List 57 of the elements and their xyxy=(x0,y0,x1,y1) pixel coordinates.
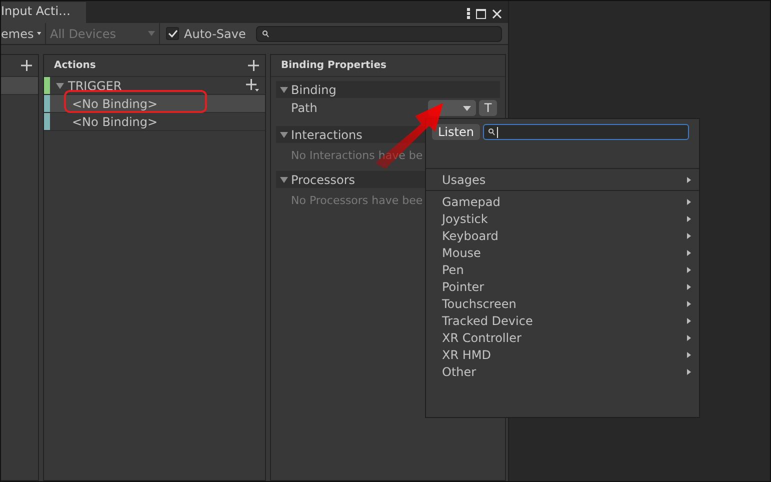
expand-triangle-icon[interactable] xyxy=(280,130,288,138)
submenu-arrow-icon xyxy=(687,216,691,222)
section-header[interactable]: Binding xyxy=(276,81,500,98)
submenu-arrow-icon xyxy=(687,266,691,272)
submenu-arrow-icon xyxy=(687,300,691,306)
submenu-arrow-icon xyxy=(687,176,691,182)
path-label: Path xyxy=(291,101,318,115)
menu-item[interactable]: Usages xyxy=(426,171,699,188)
menu-item[interactable]: Keyboard xyxy=(426,227,699,244)
more-icon[interactable] xyxy=(467,8,470,19)
submenu-arrow-icon xyxy=(687,198,691,204)
submenu-arrow-icon xyxy=(687,318,691,324)
panel-title: Binding Properties xyxy=(281,60,386,71)
search-icon xyxy=(488,128,495,136)
caret-icon xyxy=(36,31,41,36)
caret-icon xyxy=(463,106,471,110)
action-name: TRIGGER xyxy=(68,78,123,92)
menu-item[interactable]: Mouse xyxy=(426,244,699,261)
expand-triangle-icon[interactable] xyxy=(280,176,288,184)
submenu-arrow-icon xyxy=(687,352,691,358)
binding-name: <No Binding> xyxy=(72,96,158,110)
caret-icon xyxy=(148,31,155,36)
popup-search-field[interactable] xyxy=(482,124,689,140)
submenu-arrow-icon xyxy=(687,368,691,374)
panel-title: Actions xyxy=(54,60,96,71)
search-icon xyxy=(262,30,269,38)
menu-item[interactable]: XR Controller xyxy=(426,329,699,346)
expand-triangle-icon[interactable] xyxy=(56,82,64,90)
plus-icon[interactable] xyxy=(21,60,32,71)
plus-icon[interactable] xyxy=(248,60,259,71)
binding-row[interactable]: <No Binding> xyxy=(44,95,265,113)
binding-name: <No Binding> xyxy=(72,114,158,128)
menu-item[interactable]: Pointer xyxy=(426,278,699,295)
submenu-arrow-icon xyxy=(687,232,691,238)
menu-item[interactable]: Joystick xyxy=(426,210,699,227)
listen-button[interactable]: Listen xyxy=(432,124,480,140)
submenu-arrow-icon xyxy=(687,334,691,340)
auto-save-checkbox[interactable] xyxy=(166,27,179,40)
menu-item[interactable]: Gamepad xyxy=(426,193,699,210)
menu-item[interactable]: Other xyxy=(426,363,699,380)
submenu-arrow-icon xyxy=(687,250,691,256)
text-mode-button[interactable]: T xyxy=(479,100,497,116)
menu-item[interactable]: Tracked Device xyxy=(426,312,699,329)
expand-triangle-icon[interactable] xyxy=(280,86,288,94)
binding-row[interactable]: <No Binding> xyxy=(44,113,265,131)
search-field[interactable] xyxy=(256,26,502,42)
add-binding-icon[interactable] xyxy=(246,79,259,92)
menu-item[interactable]: Touchscreen xyxy=(426,295,699,312)
control-scheme-dropdown[interactable]: emes xyxy=(1,23,46,44)
maximize-icon[interactable] xyxy=(476,8,486,18)
close-icon[interactable] xyxy=(492,8,502,18)
empty-message: No Processors have bee xyxy=(291,194,423,206)
auto-save-label: Auto-Save xyxy=(184,26,246,40)
window-tab[interactable]: Input Acti… xyxy=(1,2,86,23)
menu-item[interactable]: XR HMD xyxy=(426,346,699,363)
menu-item[interactable]: Pen xyxy=(426,261,699,278)
submenu-arrow-icon xyxy=(687,284,691,290)
